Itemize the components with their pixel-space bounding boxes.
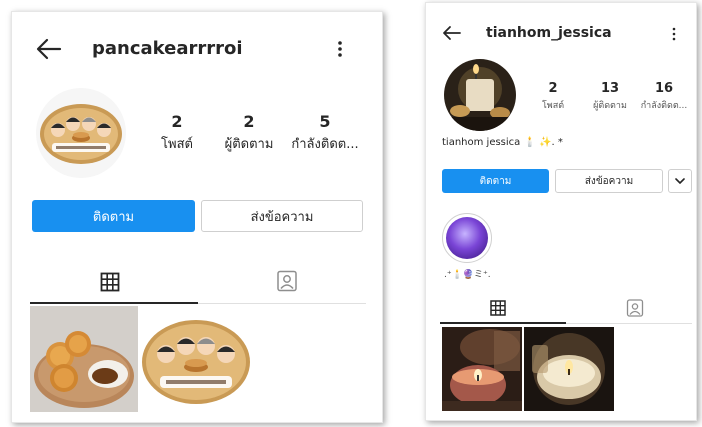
story-highlight[interactable] (442, 213, 492, 263)
profile-username: tianhom_jessica (486, 25, 612, 41)
grid-icon[interactable] (490, 300, 506, 316)
avatar[interactable] (444, 59, 516, 131)
back-arrow-icon[interactable] (442, 25, 462, 41)
avatar-image (40, 104, 122, 164)
tagged-icon[interactable] (276, 270, 298, 292)
message-button[interactable]: ส่งข้อความ (201, 200, 363, 232)
post-thumbnail[interactable] (442, 327, 522, 411)
avatar-image (444, 59, 516, 131)
post-thumbnail[interactable] (140, 312, 252, 408)
following-count: 16 (654, 81, 674, 96)
posts-label: โพสต์ (541, 101, 565, 111)
following-count: 5 (319, 112, 331, 131)
avatar[interactable] (36, 88, 126, 178)
following-label: กำลังติดต... (640, 101, 688, 111)
followers-label: ผู้ติดตาม (224, 137, 274, 152)
chevron-down-icon (675, 178, 685, 184)
profile-panel-tianhom: tianhom_jessica 2 โพสต์ 13 ผู้ติดตาม 16 (425, 2, 697, 421)
posts-label: โพสต์ (161, 137, 193, 152)
post-thumbnail[interactable] (30, 306, 138, 412)
suggested-dropdown-button[interactable] (668, 169, 692, 193)
posts-count: 2 (171, 112, 183, 131)
tab-active-indicator (30, 302, 198, 304)
followers-stat[interactable]: 2 ผู้ติดตาม (214, 112, 284, 154)
posts-count: 2 (548, 81, 558, 96)
profile-bio: tianhom jessica 🕯️ ✨. * (442, 137, 563, 148)
back-arrow-icon[interactable] (36, 38, 62, 60)
following-stat[interactable]: 16 กำลังติดต... (636, 81, 692, 112)
followers-count: 13 (600, 81, 620, 96)
tab-active-indicator (440, 322, 566, 324)
highlight-label: .⁺🕯️🔮ミ⁺. (444, 270, 491, 280)
following-label: กำลังติดต... (291, 137, 359, 152)
followers-label: ผู้ติดตาม (593, 101, 627, 111)
profile-panel-pancake: pancakearrrroi 2 โพสต์ 2 ผู้ติดตาม 5 กำล… (11, 11, 383, 423)
followers-stat[interactable]: 13 ผู้ติดตาม (582, 81, 638, 112)
followers-count: 2 (243, 112, 255, 131)
post-thumbnail[interactable] (524, 327, 614, 411)
profile-username: pancakearrrroi (92, 38, 243, 59)
grid-icon[interactable] (100, 272, 120, 292)
message-button[interactable]: ส่งข้อความ (555, 169, 663, 193)
follow-button[interactable]: ติดตาม (32, 200, 195, 232)
following-stat[interactable]: 5 กำลังติดต... (290, 112, 360, 154)
highlight-cover (446, 217, 488, 259)
follow-button[interactable]: ติดตาม (442, 169, 549, 193)
posts-stat[interactable]: 2 โพสต์ (525, 81, 581, 112)
more-options-icon[interactable] (337, 40, 343, 58)
posts-stat[interactable]: 2 โพสต์ (142, 112, 212, 154)
tagged-icon[interactable] (626, 299, 644, 317)
more-options-icon[interactable] (672, 27, 676, 41)
